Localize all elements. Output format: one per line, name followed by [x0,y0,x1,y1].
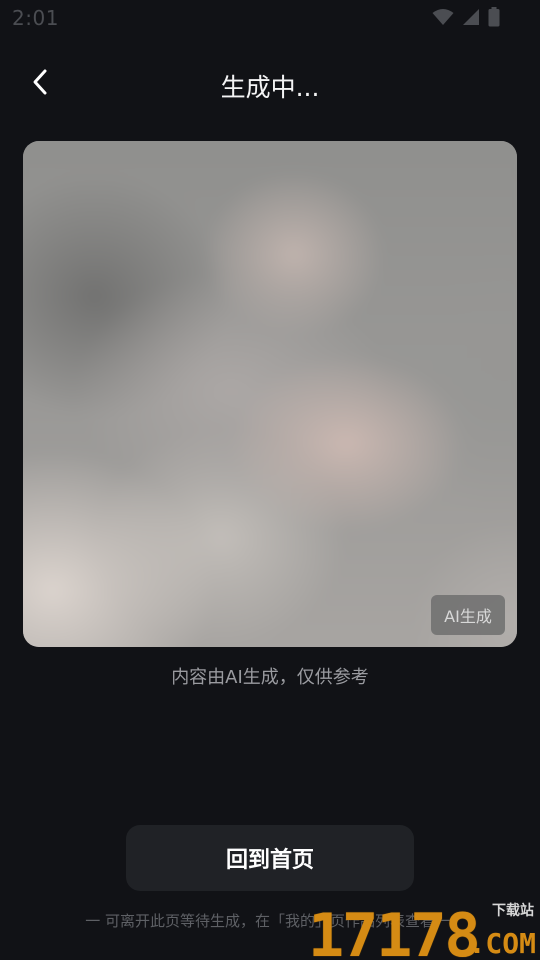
ai-generated-badge: AI生成 [431,595,505,635]
footer-tip: 一 可离开此页等待生成，在「我的」页作品列表查看 一 [85,912,455,930]
cellular-signal-icon [462,8,480,26]
status-icons [432,7,500,27]
status-time: 2:01 [12,6,59,30]
header: 生成中... [0,60,540,108]
wifi-icon [432,8,454,26]
status-bar: 2:01 [0,0,540,36]
ai-disclaimer: 内容由AI生成，仅供参考 [171,667,369,688]
generated-image-preview: AI生成 [23,141,517,647]
battery-icon [488,7,500,27]
watermark-domain: .COM [468,927,536,960]
page-title: 生成中... [220,73,320,102]
screen: 2:01 生成中... AI生成 内容由AI生成，仅供参考 回到首页 一 可离开… [0,0,540,960]
blurred-image [23,141,517,647]
back-to-home-button[interactable]: 回到首页 [126,825,414,891]
